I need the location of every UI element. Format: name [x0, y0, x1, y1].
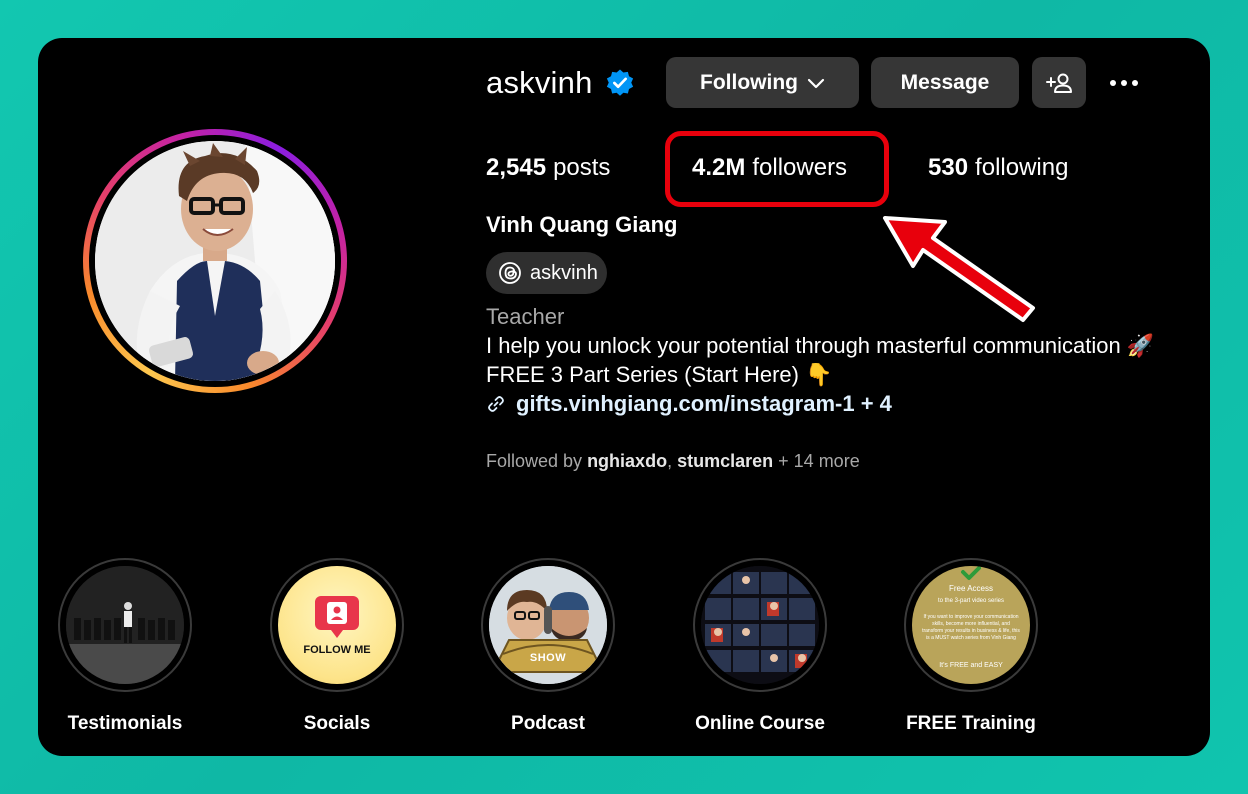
more-dots-icon	[1110, 79, 1116, 86]
following-button[interactable]: Following	[666, 57, 859, 108]
threads-handle: askvinh	[530, 261, 598, 284]
more-followers[interactable]: + 14 more	[778, 451, 860, 471]
suggested-users-button[interactable]	[1032, 57, 1086, 108]
checkmark-icon	[961, 566, 981, 580]
bio-link-text[interactable]: gifts.vinhgiang.com/instagram-1 + 4	[516, 391, 892, 417]
highlight-cover-socials: FOLLOW ME	[278, 566, 396, 684]
highlight-cover-testimonials	[66, 566, 184, 684]
posts-count: 2,545	[486, 154, 547, 181]
highlight-testimonials[interactable]: Testimonials	[58, 558, 192, 735]
following-count: 530	[928, 154, 969, 181]
followed-by[interactable]: Followed by nghiaxdo, stumclaren + 14 mo…	[486, 451, 860, 472]
mutual-follower-1[interactable]: nghiaxdo	[587, 451, 667, 471]
posts-label: posts	[553, 154, 611, 181]
message-button-label: Message	[900, 70, 990, 94]
highlight-free-training[interactable]: Free Access to the 3-part video series I…	[904, 558, 1038, 735]
profile-card-icon	[315, 596, 359, 638]
followers-annotation-box	[665, 131, 889, 207]
following-stat[interactable]: 530 following	[928, 150, 1068, 186]
profile-header: askvinh	[486, 57, 635, 108]
more-options-button[interactable]	[1104, 57, 1144, 108]
posts-stat: 2,545 posts	[486, 150, 610, 186]
highlight-cover-free-training: Free Access to the 3-part video series I…	[912, 566, 1030, 684]
highlight-label: Podcast	[511, 713, 585, 734]
highlight-online-course[interactable]: Online Course	[693, 558, 827, 735]
highlight-label: Socials	[303, 713, 371, 734]
mutual-follower-2[interactable]: stumclaren	[677, 451, 773, 471]
red-arrow-icon	[883, 216, 1035, 322]
bio-line-1: I help you unlock your potential through…	[486, 333, 1155, 358]
avatar-photo	[95, 141, 335, 381]
highlight-cover-text: FOLLOW ME	[303, 644, 371, 656]
following-button-label: Following	[700, 70, 798, 94]
threads-icon	[499, 262, 521, 284]
threads-badge[interactable]: askvinh	[486, 252, 607, 294]
highlight-cover-online-course	[701, 566, 819, 684]
profile-avatar[interactable]	[83, 129, 347, 393]
profile-card: askvinh Following Message 2,545 posts 4.…	[38, 38, 1210, 756]
highlight-cover-podcast: SHOW	[489, 566, 607, 684]
highlight-label: Testimonials	[67, 713, 183, 734]
highlight-podcast[interactable]: SHOW Podcast	[481, 558, 615, 735]
highlight-cover-text: SHOW	[529, 652, 567, 664]
bio-link[interactable]: gifts.vinhgiang.com/instagram-1 + 4	[486, 391, 892, 417]
category-label: Teacher	[486, 304, 565, 329]
highlight-label: FREE Training	[906, 713, 1036, 734]
verified-badge-icon	[606, 69, 633, 96]
chevron-down-icon	[807, 78, 825, 88]
full-name: Vinh Quang Giang	[486, 212, 678, 237]
following-label: following	[975, 154, 1069, 181]
highlight-socials[interactable]: FOLLOW ME Socials	[270, 558, 404, 735]
message-button[interactable]: Message	[871, 57, 1019, 108]
add-user-icon	[1046, 73, 1072, 93]
link-icon	[488, 396, 504, 412]
username: askvinh	[486, 64, 593, 100]
highlight-label: Online Course	[695, 713, 825, 734]
bio-line-2: FREE 3 Part Series (Start Here) 👇	[486, 362, 833, 387]
